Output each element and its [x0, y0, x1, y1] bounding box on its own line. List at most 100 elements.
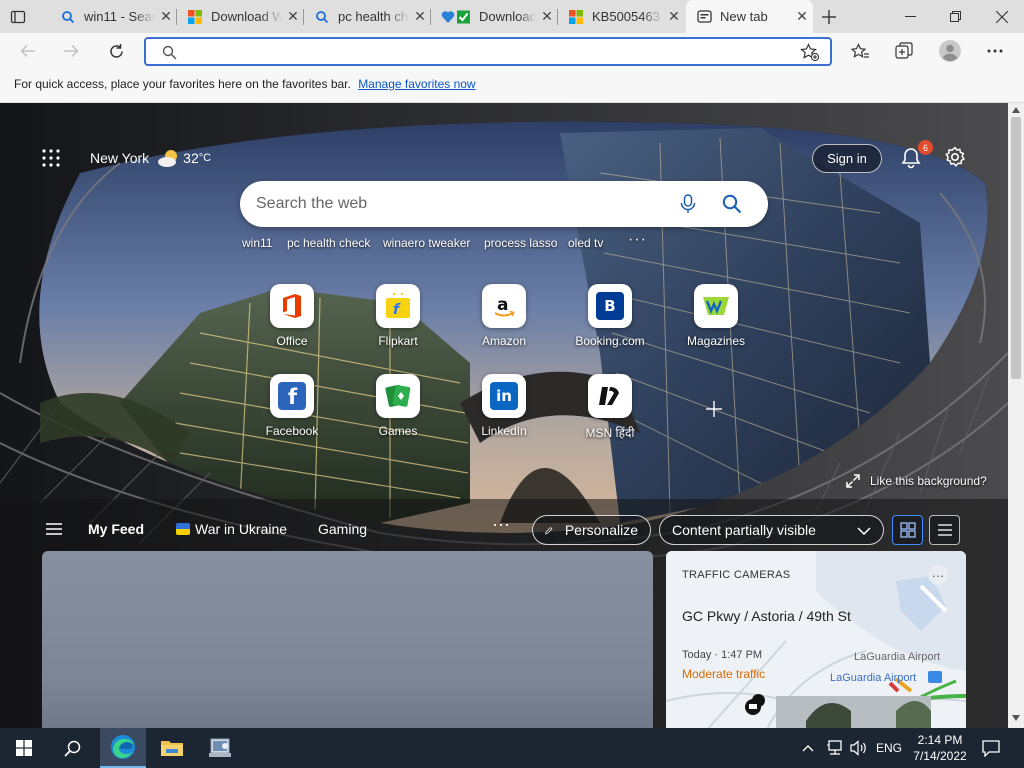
page-settings-button[interactable] [944, 146, 966, 168]
network-status[interactable] [826, 728, 844, 768]
tab-1[interactable]: win11 - Search ✕ [50, 0, 177, 33]
close-icon [995, 10, 1008, 23]
quicklink-office[interactable]: Office [247, 284, 337, 348]
search-suggestion[interactable]: oled tv [568, 236, 603, 250]
notifications-button[interactable]: 6 [898, 140, 933, 171]
microphone-icon[interactable] [680, 194, 696, 214]
list-view-icon [937, 524, 952, 536]
like-background-link[interactable]: Like this background? [846, 474, 987, 488]
close-window-button[interactable] [979, 0, 1024, 33]
quicklink-flipkart[interactable]: f Flipkart [353, 284, 443, 348]
search-suggestion[interactable]: winaero tweaker [383, 236, 470, 250]
scrollbar-thumb[interactable] [1011, 117, 1021, 379]
search-suggestion[interactable]: win11 [242, 236, 272, 250]
minimize-icon [905, 16, 916, 17]
feed-tab-war-in-ukraine[interactable]: War in Ukraine [195, 521, 287, 537]
more-suggestions-icon[interactable]: ··· [628, 231, 647, 249]
feed-tab-gaming[interactable]: Gaming [318, 521, 367, 537]
search-suggestion[interactable]: process lasso [484, 236, 557, 250]
msn-icon [588, 374, 632, 418]
page-scrollbar[interactable] [1008, 103, 1024, 728]
action-center-button[interactable] [982, 728, 1000, 768]
chevron-up-icon [802, 745, 814, 752]
tab-5[interactable]: KB5005463 ✕ [558, 0, 685, 33]
quicklink-msn-hindi[interactable]: MSN हिंदी [565, 374, 655, 441]
quicklink-label: Magazines [686, 334, 746, 348]
games-icon [376, 374, 420, 418]
weather-widget[interactable]: New York 32 °C [42, 148, 211, 168]
facebook-icon: f [270, 374, 314, 418]
quicklink-magazines[interactable]: Magazines [671, 284, 761, 348]
search-button[interactable] [48, 728, 96, 768]
tab-2-close-icon[interactable]: ✕ [282, 8, 304, 25]
search-suggestion[interactable]: pc health check [287, 236, 370, 250]
taskbar-edge[interactable] [100, 728, 146, 768]
traffic-cameras-card[interactable]: TRAFFIC CAMERAS ··· GC Pkwy / Astoria / … [666, 551, 966, 728]
tab-6-active[interactable]: New tab ✕ [686, 0, 813, 33]
quicklink-linkedin[interactable]: in LinkedIn [459, 374, 549, 438]
scroll-down-icon[interactable] [1012, 715, 1020, 721]
show-hidden-icons[interactable] [802, 728, 814, 768]
search-icon [60, 9, 76, 25]
refresh-button[interactable] [101, 37, 131, 65]
list-layout-button[interactable] [929, 515, 960, 545]
back-button[interactable] [13, 37, 43, 65]
forward-button[interactable] [56, 37, 86, 65]
quicklink-facebook[interactable]: f Facebook [247, 374, 337, 438]
clock[interactable]: 2:14 PM 7/14/2022 [913, 728, 967, 768]
grid-view-icon [899, 522, 916, 538]
taskbar-file-explorer[interactable] [149, 728, 195, 768]
traffic-more-button[interactable]: ··· [928, 565, 948, 585]
input-language[interactable]: ENG [876, 728, 902, 768]
feed-more-icon[interactable]: ··· [492, 514, 510, 535]
hamburger-menu-icon[interactable] [46, 523, 62, 535]
favorites-button[interactable] [845, 37, 875, 65]
address-bar[interactable] [144, 37, 832, 66]
taskbar-app[interactable] [197, 728, 243, 768]
add-favorite-icon[interactable] [800, 43, 820, 62]
new-tab-button[interactable] [815, 4, 843, 29]
start-button[interactable] [0, 728, 48, 768]
collections-button[interactable] [889, 37, 919, 65]
tab-3[interactable]: pc health check ✕ [304, 0, 431, 33]
tab-3-close-icon[interactable]: ✕ [409, 8, 431, 25]
manage-favorites-link[interactable]: Manage favorites now [358, 77, 475, 91]
avatar-icon [939, 40, 961, 62]
sign-in-button[interactable]: Sign in [812, 144, 882, 173]
quicklink-amazon[interactable]: a Amazon [459, 284, 549, 348]
feed-card-large[interactable] [42, 551, 653, 728]
tab-1-close-icon[interactable]: ✕ [155, 8, 177, 25]
restore-button[interactable] [933, 0, 978, 33]
profile-button[interactable] [935, 37, 965, 65]
minimize-button[interactable] [888, 0, 933, 33]
apps-grid-icon[interactable] [42, 149, 60, 167]
web-search-box[interactable]: Search the web [240, 181, 768, 227]
personalize-button[interactable]: Personalize [532, 515, 651, 545]
tab-5-close-icon[interactable]: ✕ [663, 8, 685, 25]
add-quicklink-icon[interactable] [706, 401, 722, 417]
tab-actions-button[interactable] [8, 7, 28, 27]
volume-control[interactable] [850, 728, 868, 768]
flipkart-icon: f [376, 284, 420, 328]
quicklink-games[interactable]: Games [353, 374, 443, 438]
traffic-heading: TRAFFIC CAMERAS [682, 569, 791, 581]
newtab-icon [696, 9, 712, 25]
settings-more-button[interactable] [980, 37, 1010, 65]
tab-6-title: New tab [720, 9, 768, 24]
content-visibility-dropdown[interactable]: Content partially visible [659, 515, 884, 545]
quicklink-label: Booking.com [575, 334, 645, 348]
plus-icon [822, 9, 836, 24]
quicklink-booking[interactable]: B Booking.com [565, 284, 655, 348]
search-icon [314, 9, 330, 25]
feed-tab-my-feed[interactable]: My Feed [88, 521, 144, 537]
tab-2[interactable]: Download Windows 11 ✕ [177, 0, 304, 33]
traffic-status: Moderate traffic [682, 667, 766, 681]
grid-layout-button[interactable] [892, 515, 923, 545]
tab-6-close-icon[interactable]: ✕ [791, 8, 813, 25]
search-icon[interactable] [722, 194, 742, 214]
scroll-up-icon[interactable] [1012, 107, 1020, 113]
tab-4[interactable]: Download PC Health Check ✕ [431, 0, 558, 33]
tab-4-close-icon[interactable]: ✕ [536, 8, 558, 25]
quicklink-label: Games [378, 424, 418, 438]
address-search-icon [162, 45, 177, 60]
